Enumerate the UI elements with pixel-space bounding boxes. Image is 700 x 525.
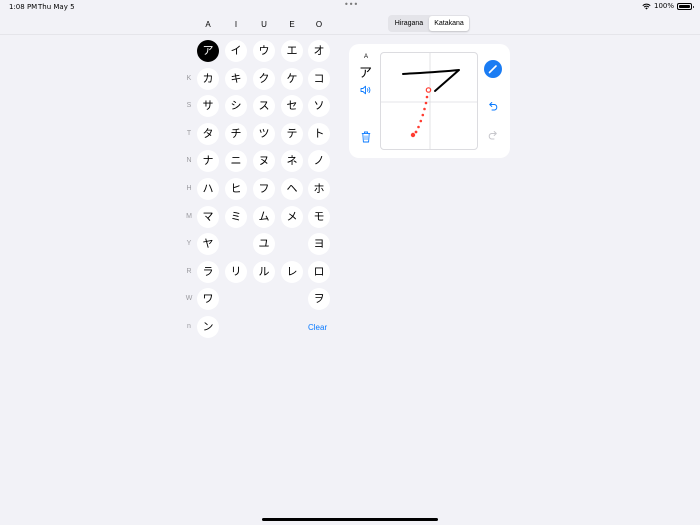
kana-button[interactable]: ネ	[281, 150, 303, 173]
segment-katakana[interactable]: Katakana	[429, 16, 469, 31]
column-header: A	[205, 20, 211, 29]
kana-button[interactable]: メ	[281, 205, 303, 228]
kana-button[interactable]: カ	[197, 67, 219, 90]
kana-button[interactable]: ナ	[197, 150, 219, 173]
kana-button[interactable]: ノ	[308, 150, 330, 173]
home-indicator	[262, 518, 438, 521]
column-header: I	[234, 20, 238, 29]
multitasking-dots[interactable]: •••	[344, 0, 358, 9]
kana-button[interactable]: ヲ	[308, 288, 330, 311]
status-time: 1:08 PM	[9, 3, 38, 11]
kana-button[interactable]: ト	[308, 122, 330, 145]
column-header: O	[315, 20, 323, 29]
row-header: W	[185, 295, 193, 303]
kana-button[interactable]: ル	[253, 260, 275, 283]
kana-button[interactable]: エ	[281, 40, 303, 62]
row-header: n	[187, 323, 191, 330]
kana-button[interactable]: リ	[225, 260, 247, 283]
column-header: E	[289, 20, 295, 29]
wifi-icon	[642, 3, 651, 9]
kana-button[interactable]: ホ	[308, 178, 330, 200]
kana-button[interactable]: ツ	[253, 122, 275, 145]
drawing-canvas[interactable]	[380, 52, 478, 150]
kana-button[interactable]: サ	[197, 95, 219, 118]
kana-button[interactable]: タ	[197, 122, 219, 145]
kana-button[interactable]: ソ	[308, 95, 330, 118]
segment-hiragana[interactable]: Hiragana	[389, 16, 429, 31]
kana-button[interactable]: ヌ	[253, 150, 275, 173]
row-header: H	[186, 185, 192, 192]
row-header: R	[186, 267, 192, 275]
trash-icon[interactable]	[361, 131, 371, 143]
kana-button[interactable]: ア	[197, 40, 219, 62]
kana-button[interactable]: レ	[281, 260, 303, 283]
kana-button[interactable]: ミ	[225, 205, 247, 228]
kana-button[interactable]: テ	[281, 122, 303, 145]
row-header: S	[186, 102, 192, 110]
kana-button[interactable]: フ	[253, 178, 275, 200]
script-segmented-control[interactable]: Hiragana Katakana	[388, 15, 470, 32]
kana-button[interactable]: ク	[253, 67, 275, 90]
speaker-icon[interactable]	[360, 85, 372, 95]
kana-button[interactable]: ム	[253, 205, 275, 228]
kana-button[interactable]: イ	[225, 40, 247, 62]
status-bar: 1:08 PM Thu May 5 ••• 100%	[0, 0, 700, 14]
battery-percent: 100%	[653, 2, 674, 10]
kana-button[interactable]: ケ	[281, 67, 303, 90]
kana-button[interactable]: モ	[308, 205, 330, 228]
kana-button[interactable]: ニ	[225, 150, 247, 173]
card-kana: ア	[359, 66, 373, 81]
column-header: U	[261, 20, 267, 29]
row-header: K	[186, 74, 192, 82]
kana-button[interactable]: セ	[281, 95, 303, 118]
kana-button[interactable]: オ	[308, 40, 330, 62]
status-right: 100%	[642, 2, 694, 10]
clear-button[interactable]: Clear	[308, 323, 327, 332]
kana-button[interactable]: ヤ	[197, 233, 219, 256]
kana-button[interactable]: ヒ	[225, 178, 247, 200]
user-stroke	[402, 69, 460, 92]
kana-button[interactable]: キ	[225, 67, 247, 90]
kana-button[interactable]: ヘ	[281, 178, 303, 200]
kana-button[interactable]: コ	[308, 67, 330, 90]
kana-button[interactable]: ウ	[253, 40, 275, 62]
kana-button[interactable]: ワ	[197, 288, 219, 311]
kana-button[interactable]: ロ	[308, 260, 330, 283]
kana-button[interactable]: シ	[225, 95, 247, 118]
kana-button[interactable]: ス	[253, 95, 275, 118]
card-romaji: A	[363, 54, 368, 60]
redo-icon[interactable]	[487, 130, 499, 140]
kana-button[interactable]: ハ	[197, 178, 219, 200]
row-header: N	[186, 157, 192, 165]
kana-button[interactable]: チ	[225, 122, 247, 145]
undo-icon[interactable]	[487, 101, 499, 111]
pencil-icon	[488, 65, 497, 74]
kana-button[interactable]: ヨ	[308, 233, 330, 256]
battery-icon	[677, 2, 694, 10]
kana-button[interactable]: マ	[197, 205, 219, 228]
pen-button[interactable]	[484, 60, 502, 78]
status-date: Thu May 5	[38, 3, 75, 11]
row-header: T	[186, 129, 192, 137]
kana-button[interactable]: ラ	[197, 260, 219, 283]
row-header: Y	[186, 240, 192, 248]
kana-button[interactable]: ン	[197, 316, 219, 338]
row-header: M	[186, 212, 192, 220]
header-separator	[0, 34, 700, 35]
canvas-drawing	[381, 53, 477, 149]
kana-button[interactable]: ユ	[253, 233, 275, 256]
practice-card: A ア	[349, 44, 510, 158]
